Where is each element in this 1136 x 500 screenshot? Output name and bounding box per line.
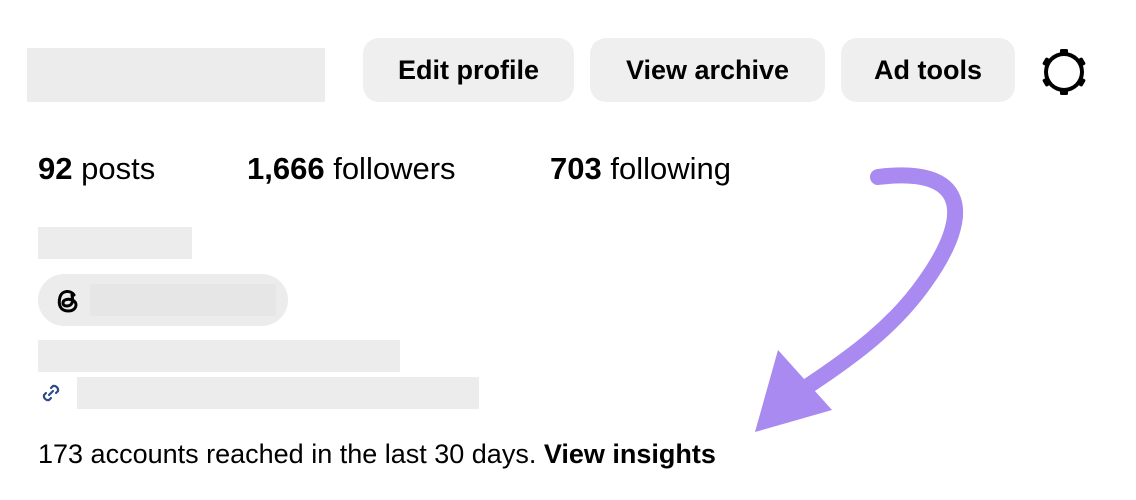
- annotation-arrow: [755, 167, 964, 432]
- reach-text: 173 accounts reached in the last 30 days…: [38, 439, 537, 469]
- reach-summary: 173 accounts reached in the last 30 days…: [38, 436, 716, 472]
- view-insights-link[interactable]: View insights: [544, 439, 716, 469]
- arrow-head: [755, 350, 832, 432]
- arrow-shaft: [797, 167, 964, 396]
